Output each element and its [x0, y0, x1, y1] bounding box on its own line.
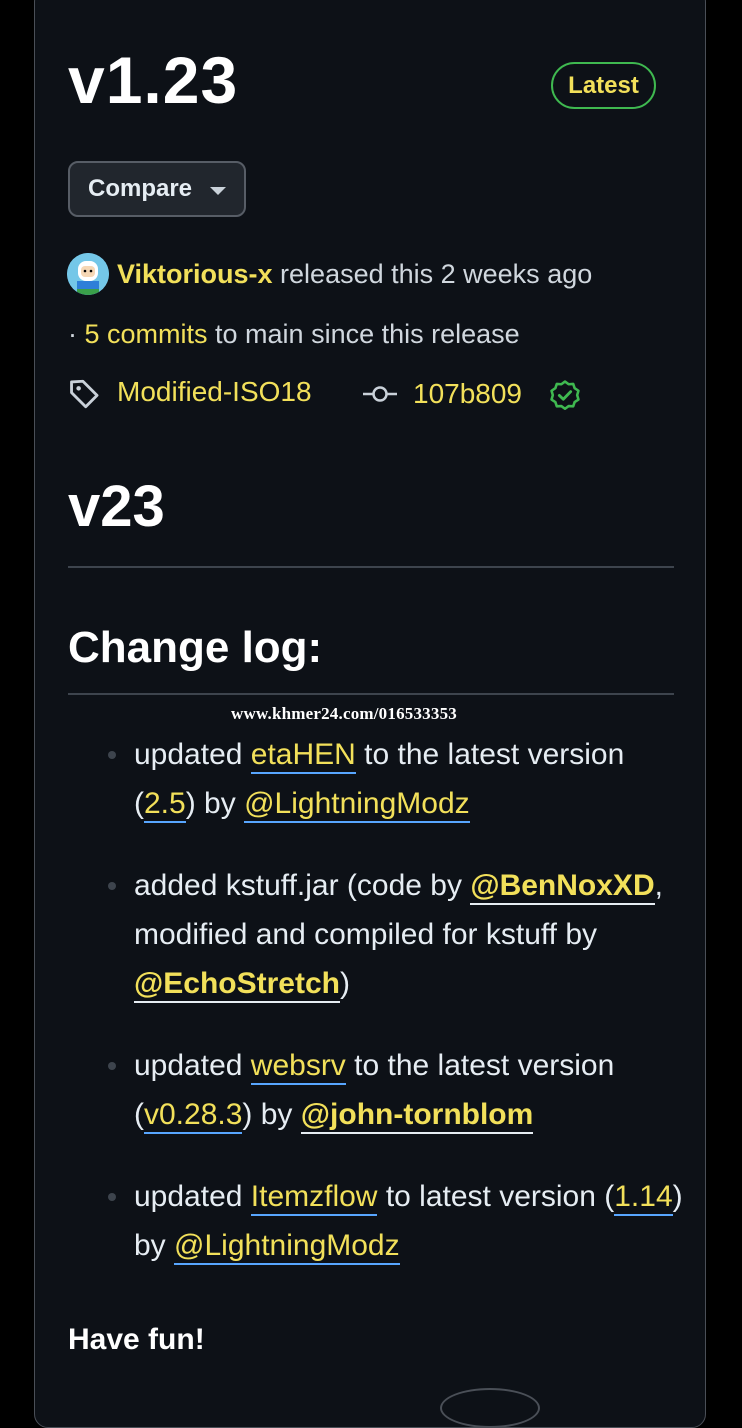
- commits-suffix: to main since this release: [207, 319, 520, 349]
- item-text: ) by: [185, 787, 245, 820]
- item-text: updated: [134, 1180, 251, 1213]
- version-link[interactable]: 1.14: [614, 1180, 673, 1216]
- changelog-heading: Change log:: [68, 623, 323, 672]
- commits-link[interactable]: 5 commits: [85, 319, 208, 349]
- list-item: updated websrv to the latest version (v0…: [106, 1041, 686, 1139]
- changelog-list: updated etaHEN to the latest version (2.…: [106, 730, 686, 1303]
- list-item: added kstuff.jar (code by @BenNoxXD, mod…: [106, 861, 686, 1008]
- latest-badge: Latest: [551, 62, 656, 109]
- version-link[interactable]: v0.28.3: [144, 1098, 243, 1134]
- websrv-link[interactable]: websrv: [250, 1049, 346, 1085]
- user-mention-link[interactable]: @LightningModz: [174, 1229, 400, 1265]
- user-mention-link[interactable]: @john-tornblom: [300, 1098, 534, 1134]
- item-text: updated: [134, 738, 251, 771]
- git-commit-icon: [363, 386, 397, 402]
- commits-since-line: · 5 commits to main since this release: [68, 314, 520, 354]
- watermark-text: www.khmer24.com/016533353: [231, 704, 457, 723]
- divider: [68, 566, 674, 568]
- release-byline: Viktorious-x released this 2 weeks ago: [117, 254, 592, 294]
- release-title[interactable]: v1.23: [68, 40, 238, 120]
- compare-label: Compare: [88, 175, 193, 202]
- list-item: updated Itemzflow to latest version (1.1…: [106, 1172, 686, 1270]
- item-text: added kstuff.jar (code by: [134, 869, 471, 902]
- user-mention-link[interactable]: @LightningModz: [244, 787, 470, 823]
- user-mention-link[interactable]: @EchoStretch: [134, 967, 340, 1003]
- closing-text: Have fun!: [68, 1323, 205, 1356]
- itemzflow-link[interactable]: Itemzflow: [250, 1180, 378, 1216]
- divider: [68, 693, 674, 695]
- scroll-to-top-button[interactable]: [440, 1388, 540, 1428]
- tag-link[interactable]: Modified-ISO18: [117, 372, 312, 412]
- chevron-down-icon: [210, 187, 227, 195]
- item-text: updated: [134, 1049, 251, 1082]
- release-body-heading: v23: [68, 474, 165, 539]
- author-link[interactable]: Viktorious-x: [117, 259, 273, 289]
- item-text: ): [339, 967, 350, 1000]
- etahen-link[interactable]: etaHEN: [250, 738, 356, 774]
- commits-prefix: ·: [68, 319, 85, 349]
- commit-sha-link[interactable]: 107b809: [413, 374, 522, 414]
- tag-icon: [70, 379, 99, 409]
- version-link[interactable]: 2.5: [144, 787, 186, 823]
- verified-icon[interactable]: [548, 378, 582, 412]
- item-text: ) by: [242, 1098, 301, 1131]
- user-mention-link[interactable]: @BenNoxXD: [470, 869, 655, 905]
- released-text: released this 2 weeks ago: [272, 259, 593, 289]
- avatar[interactable]: [67, 253, 109, 295]
- list-item: updated etaHEN to the latest version (2.…: [106, 730, 686, 828]
- compare-button[interactable]: Compare: [68, 161, 246, 217]
- item-text: to latest version (: [377, 1180, 615, 1213]
